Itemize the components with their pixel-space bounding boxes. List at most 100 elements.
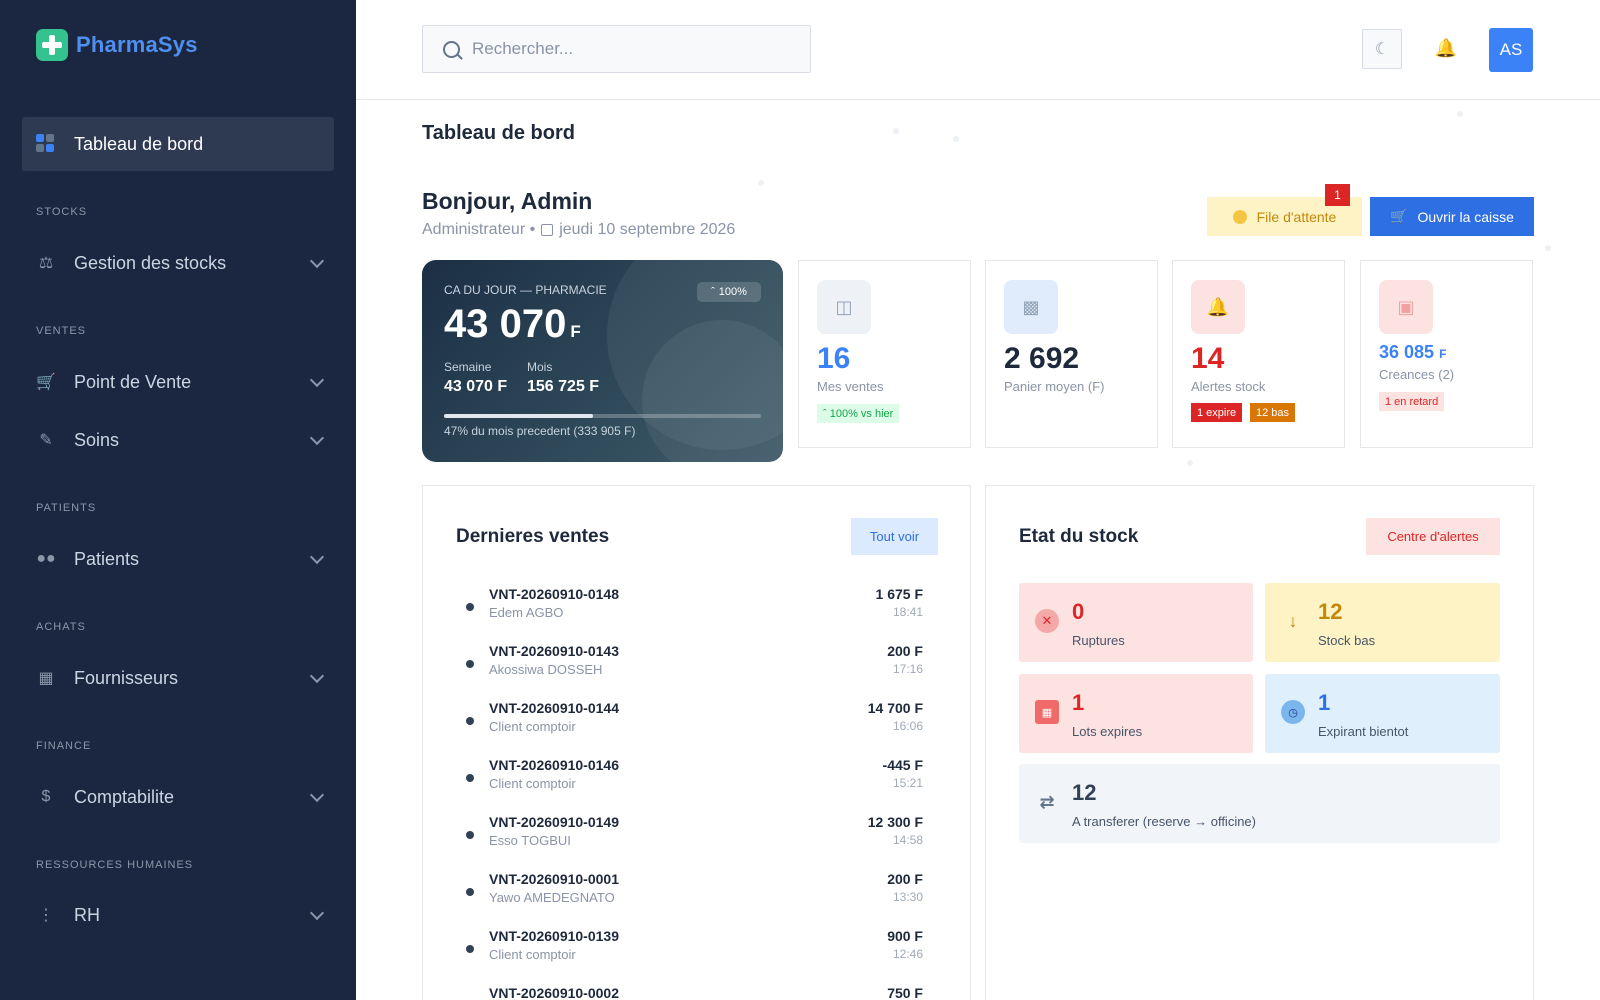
decor-dot [1545,245,1551,251]
sale-client: Client comptoir [489,947,576,962]
decor-dot [758,180,764,186]
status-dot [466,603,474,611]
sale-ref: VNT-20260910-0139 [489,928,619,944]
revenue-progress-fill [444,414,593,418]
table-row[interactable]: VNT-20260910-0144 Client comptoir 14 700 F… [456,700,923,748]
sidebar-item-fournisseurs[interactable]: ▦ Fournisseurs [22,654,334,702]
kpi-sales[interactable]: ◫ 16 Mes ventes ˆ 100% vs hier [798,260,971,448]
table-row[interactable]: VNT-20260910-0143 Akossiwa DOSSEH 200 F 17:… [456,643,923,691]
sale-amount: 12 300 F [867,814,923,830]
sale-amount: 14 700 F [867,700,923,716]
sidebar-item-label: Patients [74,548,140,569]
sidebar-item-comptabilite[interactable]: $ Comptabilite [22,773,334,821]
search-icon [443,40,460,58]
status-dot [466,774,474,782]
table-row[interactable]: VNT-20260910-0146 Client comptoir -445 F 15… [456,757,923,805]
kpi-credits-chip: 1 en retard [1379,392,1445,411]
chevron-down-icon [309,430,325,446]
sidebar-item-dashboard[interactable]: Tableau de bord [22,117,334,171]
kpi-credits[interactable]: ▣ 36 085 F Creances (2) 1 en retard [1360,260,1533,448]
table-row[interactable]: VNT-20260910-0149 Esso TOGBUI 12 300 F 14:5… [456,814,923,862]
sale-ref: VNT-20260910-0002 [489,985,619,1000]
tile-transfer[interactable]: ⇄ 12 A transferer (reserve → officine) [1019,764,1500,843]
month-value: 156 725 F [527,378,600,395]
topbar: ☾ 🔔 AS [356,0,1600,100]
sale-ref: VNT-20260910-0143 [489,643,619,659]
avatar[interactable]: AS [1489,28,1533,72]
tile-lots-expires-label: Lots expires [1072,724,1143,739]
sidebar-item-pos[interactable]: 🛒 Point de Vente [22,358,334,406]
user-subline: Administrateur • jeudi 10 septembre 2026 [422,221,735,239]
flask-icon: ⚖ [38,255,54,272]
transfer-arrows-icon: ⇄ [1039,791,1055,812]
status-dot [466,831,474,839]
table-row[interactable]: VNT-20260910-0002 750 F [456,985,923,1000]
table-row[interactable]: VNT-20260910-0139 Client comptoir 900 F 12:… [456,928,923,976]
dashboard-grid-icon [36,134,56,154]
chevron-down-icon [309,905,325,921]
x-circle-icon: ✕ [1035,609,1059,633]
sidebar-item-label: RH [74,904,100,925]
kpi-credits-currency: F [1439,347,1447,361]
tile-stock-bas[interactable]: ↓ 12 Stock bas [1265,583,1500,662]
tile-transfer-value: 12 [1072,780,1097,805]
table-row[interactable]: VNT-20260910-0148 Edem AGBO 1 675 F 18:41 [456,586,923,634]
table-row[interactable]: VNT-20260910-0001 Yawo AMEDEGNATO 200 F 13:… [456,871,923,919]
sidebar-item-label: Gestion des stocks [74,252,227,273]
notifications-button[interactable]: 🔔 [1434,36,1458,60]
sale-client: Client comptoir [489,719,576,734]
sidebar: PharmaSys Tableau de bord STOCKS ⚖ Gesti… [0,0,356,1000]
dollar-icon: $ [41,788,51,805]
brand[interactable]: PharmaSys [36,29,198,61]
decor-dot [1457,111,1463,117]
week-label: Semaine [444,360,492,374]
sale-client: Client comptoir [489,776,576,791]
search-box[interactable] [422,25,811,73]
sale-time: 16:06 [892,719,923,733]
revenue-trend-value: 100% [718,286,747,298]
queue-label: File d'attente [1256,208,1337,225]
bell-alert-icon: 🔔 [1191,280,1245,334]
section-title-achats: ACHATS [36,621,86,633]
sale-amount: 750 F [887,985,923,1000]
wallet-icon: ▣ [1379,280,1433,334]
kpi-alerts-label: Alertes stock [1191,379,1266,394]
tile-ruptures[interactable]: ✕ 0 Ruptures [1019,583,1253,662]
tile-lots-expires[interactable]: ▦ 1 Lots expires [1019,674,1253,753]
sale-time: 13:30 [892,890,923,904]
week-value: 43 070 F [444,378,508,395]
sidebar-item-label: Fournisseurs [74,667,179,688]
clock-icon: ◷ [1281,700,1305,724]
sidebar-item-label: Comptabilite [74,786,175,807]
current-date: jeudi 10 septembre 2026 [559,221,736,238]
kpi-basket[interactable]: ▩ 2 692 Panier moyen (F) [985,260,1158,448]
search-input[interactable] [472,39,792,59]
sidebar-item-patients[interactable]: ●● Patients [22,535,334,583]
sale-client: Esso TOGBUI [489,833,571,848]
kpi-sales-value: 16 [817,342,851,375]
cart-icon: 🛒 [36,374,56,391]
sidebar-item-soins[interactable]: ✎ Soins [22,416,334,464]
calendar-icon [541,224,554,236]
tile-expirant-value: 1 [1318,690,1331,715]
open-register-button[interactable]: 🛒 Ouvrir la caisse [1370,197,1534,236]
sidebar-item-stocks[interactable]: ⚖ Gestion des stocks [22,239,334,287]
tile-expirant[interactable]: ◷ 1 Expirant bientot [1265,674,1500,753]
theme-toggle-button[interactable]: ☾ [1362,29,1402,69]
sidebar-item-label: Tableau de bord [74,133,204,154]
alerts-center-button[interactable]: Centre d'alertes [1366,518,1500,555]
user-role: Administrateur • [422,221,536,238]
kpi-alerts[interactable]: 🔔 14 Alertes stock 1 expire 12 bas [1172,260,1345,448]
stock-state-panel: Etat du stock Centre d'alertes ✕ 0 Ruptu… [985,485,1534,1000]
moon-icon: ☾ [1374,41,1390,58]
sale-client: Yawo AMEDEGNATO [489,890,615,905]
arrow-up-icon: ˆ [823,407,830,420]
open-register-label: Ouvrir la caisse [1417,208,1514,225]
kpi-credits-label: Creances (2) [1379,367,1455,382]
see-all-button[interactable]: Tout voir [851,518,938,555]
chevron-down-icon [309,253,325,269]
users-icon: ●● [36,550,56,567]
sale-client: Edem AGBO [489,605,564,620]
sale-time: 15:21 [892,776,923,790]
sidebar-item-rh[interactable]: ⋮ RH [22,891,334,939]
